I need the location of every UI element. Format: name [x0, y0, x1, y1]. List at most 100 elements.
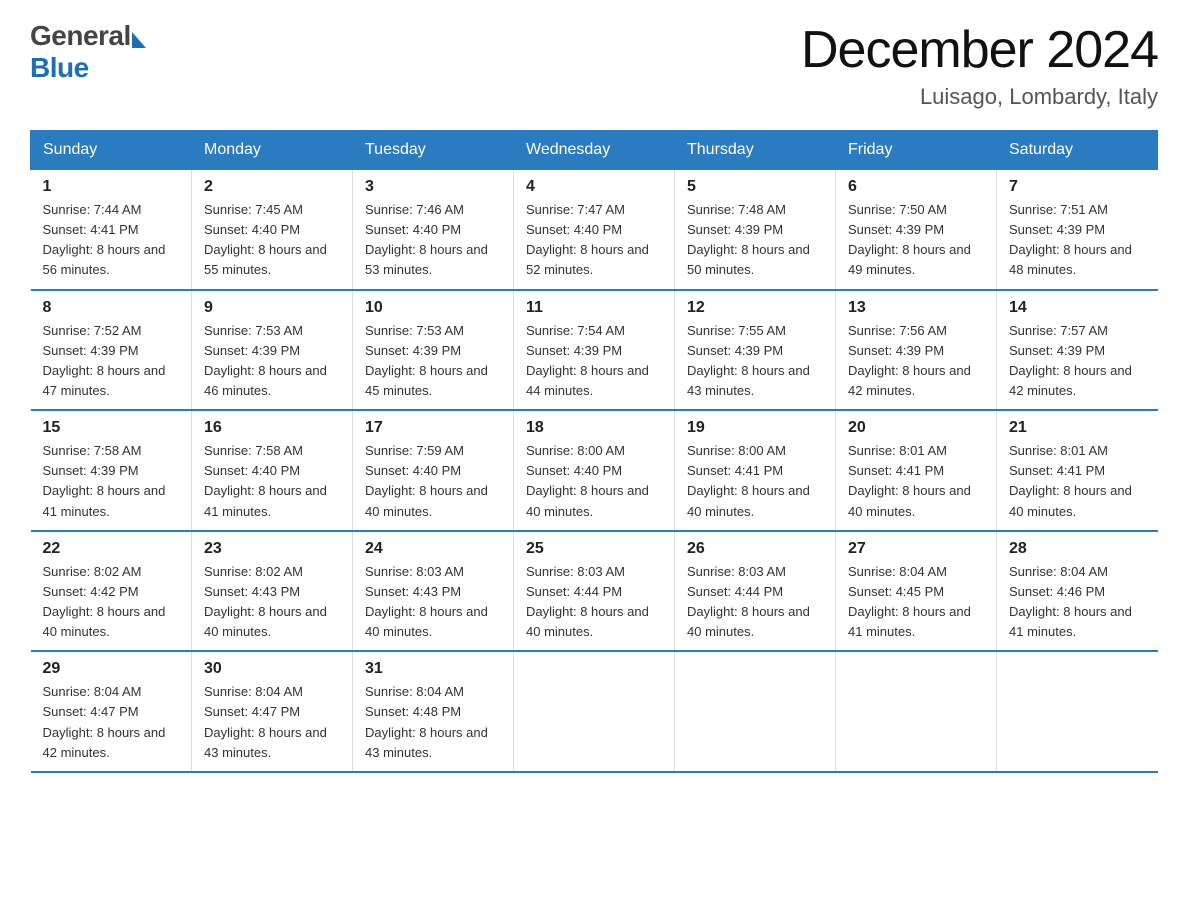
sunset-label: Sunset: 4:41 PM: [848, 463, 944, 478]
calendar-cell: 17 Sunrise: 7:59 AM Sunset: 4:40 PM Dayl…: [353, 410, 514, 531]
sunrise-label: Sunrise: 7:50 AM: [848, 202, 947, 217]
day-number: 19: [687, 419, 823, 437]
sunrise-label: Sunrise: 7:56 AM: [848, 323, 947, 338]
calendar-table: SundayMondayTuesdayWednesdayThursdayFrid…: [30, 130, 1158, 773]
sunrise-label: Sunrise: 8:01 AM: [1009, 443, 1108, 458]
daylight-label: Daylight: 8 hours and 43 minutes.: [204, 725, 327, 760]
calendar-cell: 22 Sunrise: 8:02 AM Sunset: 4:42 PM Dayl…: [31, 531, 192, 652]
day-info: Sunrise: 7:47 AM Sunset: 4:40 PM Dayligh…: [526, 200, 662, 281]
day-info: Sunrise: 8:04 AM Sunset: 4:48 PM Dayligh…: [365, 682, 501, 763]
calendar-cell: 8 Sunrise: 7:52 AM Sunset: 4:39 PM Dayli…: [31, 290, 192, 411]
sunset-label: Sunset: 4:39 PM: [848, 343, 944, 358]
calendar-cell: 4 Sunrise: 7:47 AM Sunset: 4:40 PM Dayli…: [514, 170, 675, 290]
calendar-cell: 3 Sunrise: 7:46 AM Sunset: 4:40 PM Dayli…: [353, 170, 514, 290]
logo-arrow-icon: [132, 32, 146, 48]
sunrise-label: Sunrise: 8:03 AM: [365, 564, 464, 579]
day-number: 31: [365, 660, 501, 678]
day-number: 23: [204, 540, 340, 558]
day-number: 6: [848, 178, 984, 196]
sunrise-label: Sunrise: 7:47 AM: [526, 202, 625, 217]
daylight-label: Daylight: 8 hours and 52 minutes.: [526, 242, 649, 277]
day-info: Sunrise: 8:02 AM Sunset: 4:43 PM Dayligh…: [204, 562, 340, 643]
sunset-label: Sunset: 4:41 PM: [1009, 463, 1105, 478]
day-number: 11: [526, 299, 662, 317]
daylight-label: Daylight: 8 hours and 42 minutes.: [43, 725, 166, 760]
calendar-cell: 15 Sunrise: 7:58 AM Sunset: 4:39 PM Dayl…: [31, 410, 192, 531]
sunset-label: Sunset: 4:39 PM: [687, 222, 783, 237]
daylight-label: Daylight: 8 hours and 55 minutes.: [204, 242, 327, 277]
day-number: 15: [43, 419, 180, 437]
sunset-label: Sunset: 4:39 PM: [365, 343, 461, 358]
day-info: Sunrise: 7:54 AM Sunset: 4:39 PM Dayligh…: [526, 321, 662, 402]
day-number: 3: [365, 178, 501, 196]
day-number: 13: [848, 299, 984, 317]
day-info: Sunrise: 7:50 AM Sunset: 4:39 PM Dayligh…: [848, 200, 984, 281]
calendar-cell: 21 Sunrise: 8:01 AM Sunset: 4:41 PM Dayl…: [997, 410, 1158, 531]
day-info: Sunrise: 8:02 AM Sunset: 4:42 PM Dayligh…: [43, 562, 180, 643]
sunset-label: Sunset: 4:43 PM: [204, 584, 300, 599]
day-number: 21: [1009, 419, 1146, 437]
day-number: 20: [848, 419, 984, 437]
calendar-cell: [514, 651, 675, 772]
day-number: 2: [204, 178, 340, 196]
page-header: General Blue December 2024 Luisago, Lomb…: [30, 20, 1158, 110]
sunset-label: Sunset: 4:40 PM: [365, 463, 461, 478]
daylight-label: Daylight: 8 hours and 43 minutes.: [687, 363, 810, 398]
sunset-label: Sunset: 4:40 PM: [204, 463, 300, 478]
day-info: Sunrise: 7:59 AM Sunset: 4:40 PM Dayligh…: [365, 441, 501, 522]
calendar-week-row: 22 Sunrise: 8:02 AM Sunset: 4:42 PM Dayl…: [31, 531, 1158, 652]
day-number: 10: [365, 299, 501, 317]
sunset-label: Sunset: 4:47 PM: [204, 704, 300, 719]
day-number: 27: [848, 540, 984, 558]
day-info: Sunrise: 7:45 AM Sunset: 4:40 PM Dayligh…: [204, 200, 340, 281]
daylight-label: Daylight: 8 hours and 41 minutes.: [43, 483, 166, 518]
daylight-label: Daylight: 8 hours and 41 minutes.: [204, 483, 327, 518]
calendar-cell: [836, 651, 997, 772]
calendar-cell: 10 Sunrise: 7:53 AM Sunset: 4:39 PM Dayl…: [353, 290, 514, 411]
calendar-week-row: 15 Sunrise: 7:58 AM Sunset: 4:39 PM Dayl…: [31, 410, 1158, 531]
day-number: 8: [43, 299, 180, 317]
day-info: Sunrise: 7:44 AM Sunset: 4:41 PM Dayligh…: [43, 200, 180, 281]
sunrise-label: Sunrise: 7:45 AM: [204, 202, 303, 217]
sunset-label: Sunset: 4:40 PM: [204, 222, 300, 237]
day-info: Sunrise: 8:00 AM Sunset: 4:40 PM Dayligh…: [526, 441, 662, 522]
day-number: 24: [365, 540, 501, 558]
daylight-label: Daylight: 8 hours and 45 minutes.: [365, 363, 488, 398]
day-number: 7: [1009, 178, 1146, 196]
day-info: Sunrise: 7:46 AM Sunset: 4:40 PM Dayligh…: [365, 200, 501, 281]
sunrise-label: Sunrise: 8:04 AM: [204, 684, 303, 699]
calendar-cell: 26 Sunrise: 8:03 AM Sunset: 4:44 PM Dayl…: [675, 531, 836, 652]
sunset-label: Sunset: 4:39 PM: [1009, 343, 1105, 358]
sunset-label: Sunset: 4:39 PM: [1009, 222, 1105, 237]
day-info: Sunrise: 8:04 AM Sunset: 4:45 PM Dayligh…: [848, 562, 984, 643]
daylight-label: Daylight: 8 hours and 49 minutes.: [848, 242, 971, 277]
sunset-label: Sunset: 4:40 PM: [365, 222, 461, 237]
day-info: Sunrise: 8:03 AM Sunset: 4:44 PM Dayligh…: [526, 562, 662, 643]
calendar-cell: 11 Sunrise: 7:54 AM Sunset: 4:39 PM Dayl…: [514, 290, 675, 411]
day-number: 4: [526, 178, 662, 196]
day-number: 25: [526, 540, 662, 558]
sunrise-label: Sunrise: 7:53 AM: [204, 323, 303, 338]
sunrise-label: Sunrise: 8:01 AM: [848, 443, 947, 458]
month-title: December 2024: [801, 20, 1158, 80]
sunset-label: Sunset: 4:39 PM: [204, 343, 300, 358]
sunrise-label: Sunrise: 8:00 AM: [526, 443, 625, 458]
day-info: Sunrise: 7:57 AM Sunset: 4:39 PM Dayligh…: [1009, 321, 1146, 402]
daylight-label: Daylight: 8 hours and 48 minutes.: [1009, 242, 1132, 277]
weekday-header-wednesday: Wednesday: [514, 131, 675, 170]
daylight-label: Daylight: 8 hours and 56 minutes.: [43, 242, 166, 277]
daylight-label: Daylight: 8 hours and 40 minutes.: [687, 483, 810, 518]
sunrise-label: Sunrise: 8:02 AM: [204, 564, 303, 579]
sunrise-label: Sunrise: 7:58 AM: [204, 443, 303, 458]
sunrise-label: Sunrise: 8:00 AM: [687, 443, 786, 458]
calendar-cell: 25 Sunrise: 8:03 AM Sunset: 4:44 PM Dayl…: [514, 531, 675, 652]
day-number: 12: [687, 299, 823, 317]
location: Luisago, Lombardy, Italy: [801, 84, 1158, 110]
day-number: 16: [204, 419, 340, 437]
day-info: Sunrise: 7:55 AM Sunset: 4:39 PM Dayligh…: [687, 321, 823, 402]
daylight-label: Daylight: 8 hours and 40 minutes.: [848, 483, 971, 518]
calendar-week-row: 1 Sunrise: 7:44 AM Sunset: 4:41 PM Dayli…: [31, 170, 1158, 290]
weekday-header-tuesday: Tuesday: [353, 131, 514, 170]
sunrise-label: Sunrise: 8:03 AM: [687, 564, 786, 579]
sunset-label: Sunset: 4:39 PM: [43, 463, 139, 478]
